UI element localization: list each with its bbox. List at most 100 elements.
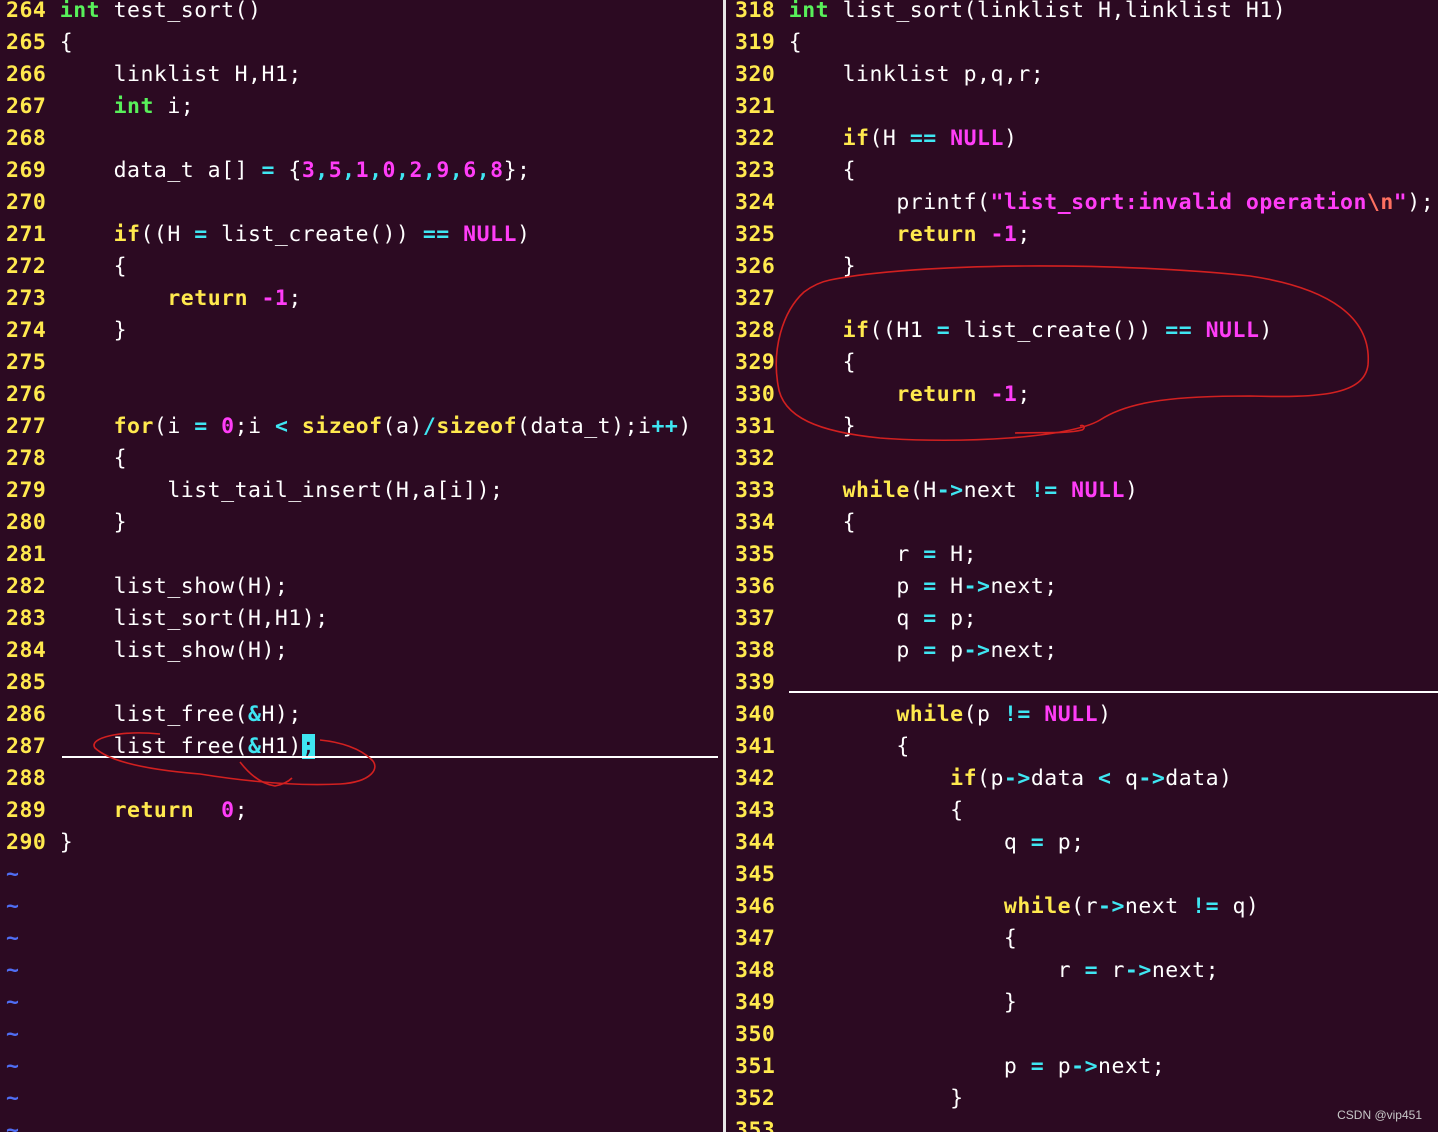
- code-line[interactable]: 325 return -1;: [735, 219, 1438, 251]
- code-line[interactable]: 285: [6, 667, 719, 699]
- code-text[interactable]: linklist H,H1;: [60, 62, 302, 87]
- code-line[interactable]: 323 {: [735, 155, 1438, 187]
- code-text[interactable]: return -1;: [789, 222, 1031, 247]
- code-line[interactable]: 264 int test_sort(): [6, 0, 719, 27]
- code-line[interactable]: 352 }: [735, 1083, 1438, 1115]
- code-line[interactable]: 318 int list_sort(linklist H,linklist H1…: [735, 0, 1438, 27]
- code-line[interactable]: 335 r = H;: [735, 539, 1438, 571]
- code-text[interactable]: {: [789, 798, 964, 823]
- code-text[interactable]: int list_sort(linklist H,linklist H1): [789, 0, 1286, 23]
- code-line[interactable]: 329 {: [735, 347, 1438, 379]
- code-line[interactable]: 271 if((H = list_create()) == NULL): [6, 219, 719, 251]
- code-line[interactable]: 351 p = p->next;: [735, 1051, 1438, 1083]
- code-text[interactable]: while(H->next != NULL): [789, 478, 1139, 503]
- code-line[interactable]: 347 {: [735, 923, 1438, 955]
- code-line[interactable]: 337 q = p;: [735, 603, 1438, 635]
- code-text[interactable]: return 0;: [60, 798, 248, 823]
- code-text[interactable]: list_sort(H,H1);: [60, 606, 329, 631]
- code-line[interactable]: 284 list_show(H);: [6, 635, 719, 667]
- code-line[interactable]: 289 return 0;: [6, 795, 719, 827]
- code-text[interactable]: if(H == NULL): [789, 126, 1018, 151]
- code-line[interactable]: 273 return -1;: [6, 283, 719, 315]
- code-line[interactable]: 275: [6, 347, 719, 379]
- code-text[interactable]: {: [789, 30, 802, 55]
- code-text[interactable]: }: [60, 510, 127, 535]
- code-line[interactable]: 350: [735, 1019, 1438, 1051]
- code-text[interactable]: while(r->next != q): [789, 894, 1260, 919]
- code-line[interactable]: 279 list_tail_insert(H,a[i]);: [6, 475, 719, 507]
- code-line[interactable]: 322 if(H == NULL): [735, 123, 1438, 155]
- right-editor-pane[interactable]: 318 int list_sort(linklist H,linklist H1…: [729, 0, 1438, 1132]
- code-text[interactable]: return -1;: [60, 286, 302, 311]
- code-text[interactable]: }: [60, 830, 73, 855]
- code-line[interactable]: 290 }: [6, 827, 719, 859]
- code-line[interactable]: 287 list_free(&H1);: [6, 731, 719, 763]
- code-text[interactable]: linklist p,q,r;: [789, 62, 1044, 87]
- code-text[interactable]: p = p->next;: [789, 638, 1058, 663]
- code-text[interactable]: list_show(H);: [60, 638, 289, 663]
- code-text[interactable]: }: [789, 1086, 964, 1111]
- code-line[interactable]: 280 }: [6, 507, 719, 539]
- code-text[interactable]: printf("list_sort:invalid operation\n");: [789, 190, 1434, 215]
- code-line[interactable]: 272 {: [6, 251, 719, 283]
- code-text[interactable]: r = H;: [789, 542, 977, 567]
- code-text[interactable]: return -1;: [789, 382, 1031, 407]
- code-line[interactable]: 326 }: [735, 251, 1438, 283]
- code-line[interactable]: 327: [735, 283, 1438, 315]
- code-line[interactable]: 340 while(p != NULL): [735, 699, 1438, 731]
- code-line[interactable]: 328 if((H1 = list_create()) == NULL): [735, 315, 1438, 347]
- code-line[interactable]: 345: [735, 859, 1438, 891]
- code-text[interactable]: {: [789, 350, 856, 375]
- code-line[interactable]: 276: [6, 379, 719, 411]
- code-line[interactable]: 269 data_t a[] = {3,5,1,0,2,9,6,8};: [6, 155, 719, 187]
- code-line[interactable]: 267 int i;: [6, 91, 719, 123]
- code-line[interactable]: 268: [6, 123, 719, 155]
- code-text[interactable]: }: [60, 318, 127, 343]
- left-editor-pane[interactable]: 264 int test_sort() 265 {266 linklist H,H…: [0, 0, 719, 1132]
- code-text[interactable]: }: [789, 254, 856, 279]
- code-text[interactable]: p = H->next;: [789, 574, 1058, 599]
- code-line[interactable]: 274 }: [6, 315, 719, 347]
- code-text[interactable]: int test_sort(): [60, 0, 262, 23]
- code-text[interactable]: {: [60, 446, 127, 471]
- code-line[interactable]: 330 return -1;: [735, 379, 1438, 411]
- code-line[interactable]: 281: [6, 539, 719, 571]
- code-line[interactable]: 336 p = H->next;: [735, 571, 1438, 603]
- code-line[interactable]: 321: [735, 91, 1438, 123]
- code-line[interactable]: 286 list_free(&H);: [6, 699, 719, 731]
- code-line[interactable]: 332: [735, 443, 1438, 475]
- code-line[interactable]: 265 {: [6, 27, 719, 59]
- code-line[interactable]: 338 p = p->next;: [735, 635, 1438, 667]
- code-line[interactable]: 288: [6, 763, 719, 795]
- code-line[interactable]: 343 {: [735, 795, 1438, 827]
- code-line[interactable]: 283 list_sort(H,H1);: [6, 603, 719, 635]
- code-text[interactable]: data_t a[] = {3,5,1,0,2,9,6,8};: [60, 158, 531, 183]
- code-line[interactable]: 270: [6, 187, 719, 219]
- code-line[interactable]: 282 list_show(H);: [6, 571, 719, 603]
- code-text[interactable]: q = p;: [789, 830, 1085, 855]
- code-text[interactable]: list_show(H);: [60, 574, 289, 599]
- code-text[interactable]: }: [789, 990, 1018, 1015]
- code-line[interactable]: 277 for(i = 0;i < sizeof(a)/sizeof(data_…: [6, 411, 719, 443]
- code-line[interactable]: 342 if(p->data < q->data): [735, 763, 1438, 795]
- code-text[interactable]: q = p;: [789, 606, 977, 631]
- code-line[interactable]: 339: [735, 667, 1438, 699]
- code-text[interactable]: list_free(&H);: [60, 702, 302, 727]
- code-text[interactable]: if((H = list_create()) == NULL): [60, 222, 531, 247]
- code-text[interactable]: {: [60, 30, 73, 55]
- code-line[interactable]: 278 {: [6, 443, 719, 475]
- code-text[interactable]: {: [789, 158, 856, 183]
- code-text[interactable]: {: [60, 254, 127, 279]
- code-text[interactable]: if((H1 = list_create()) == NULL): [789, 318, 1273, 343]
- code-line[interactable]: 341 {: [735, 731, 1438, 763]
- code-text[interactable]: list_tail_insert(H,a[i]);: [60, 478, 504, 503]
- code-text[interactable]: {: [789, 926, 1018, 951]
- code-text[interactable]: r = r->next;: [789, 958, 1219, 983]
- code-text[interactable]: {: [789, 734, 910, 759]
- code-text[interactable]: {: [789, 510, 856, 535]
- code-text[interactable]: if(p->data < q->data): [789, 766, 1233, 791]
- code-line[interactable]: 346 while(r->next != q): [735, 891, 1438, 923]
- code-line[interactable]: 344 q = p;: [735, 827, 1438, 859]
- code-text[interactable]: int i;: [60, 94, 194, 119]
- code-text[interactable]: }: [789, 414, 856, 439]
